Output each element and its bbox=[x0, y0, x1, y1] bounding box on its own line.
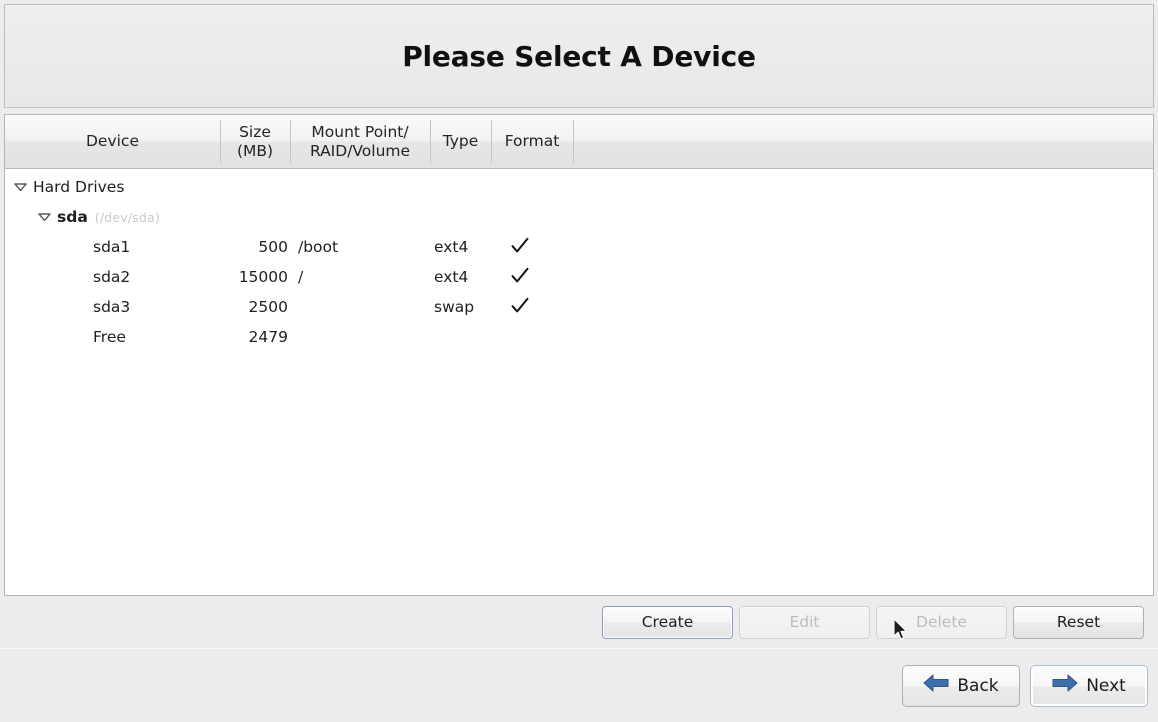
cell-type bbox=[430, 202, 491, 232]
column-header-type-label: Type bbox=[442, 132, 479, 151]
back-button[interactable]: Back bbox=[902, 664, 1020, 707]
column-header-mount-point[interactable]: Mount Point/ RAID/Volume bbox=[290, 115, 430, 168]
reset-button[interactable]: Reset bbox=[1013, 605, 1144, 639]
chevron-down-icon[interactable] bbox=[11, 178, 29, 196]
cell-device: sda1 bbox=[5, 232, 220, 262]
column-header-type[interactable]: Type bbox=[430, 115, 491, 168]
cell-type bbox=[430, 172, 491, 202]
check-icon bbox=[510, 267, 530, 287]
cell-device: Free bbox=[5, 322, 220, 352]
cell-type: ext4 bbox=[434, 238, 469, 256]
column-header-size-line1: Size bbox=[239, 123, 271, 142]
cell-device: sda (/dev/sda) bbox=[5, 202, 220, 232]
title-panel: Please Select A Device bbox=[4, 4, 1154, 108]
cell-size: 500 bbox=[258, 238, 288, 256]
cell-type bbox=[430, 322, 491, 352]
table-row[interactable]: Free 2479 bbox=[5, 322, 1153, 352]
cell-mount-point bbox=[290, 322, 430, 352]
create-button[interactable]: Create bbox=[602, 605, 733, 639]
cell-filler bbox=[573, 232, 1153, 262]
cell-size: 2500 bbox=[248, 298, 288, 316]
installer-window: Please Select A Device Device Size (MB) … bbox=[0, 0, 1158, 722]
cell-mount-point bbox=[290, 292, 430, 322]
device-path: (/dev/sda) bbox=[94, 209, 161, 225]
cell-format bbox=[491, 322, 573, 352]
partition-action-bar: Create Edit Delete Reset bbox=[4, 596, 1154, 648]
column-header-format-label: Format bbox=[504, 132, 560, 151]
cell-size: 2479 bbox=[248, 328, 288, 346]
device-name: Free bbox=[93, 328, 126, 346]
column-header-format[interactable]: Format bbox=[491, 115, 573, 168]
back-button-label: Back bbox=[957, 675, 999, 696]
device-name: sda1 bbox=[93, 238, 131, 256]
next-button[interactable]: Next bbox=[1030, 664, 1148, 707]
navigation-bar: Back Next bbox=[0, 649, 1158, 722]
column-header-device[interactable]: Device bbox=[5, 115, 220, 168]
check-icon bbox=[510, 237, 530, 257]
cell-mount-point bbox=[290, 172, 430, 202]
table-body: Hard Drives sda (/dev/sda) sda1 500/boot ext4… bbox=[5, 169, 1153, 595]
cell-device: sda2 bbox=[5, 262, 220, 292]
cell-device: Hard Drives bbox=[5, 172, 220, 202]
device-table: Device Size (MB) Mount Point/ RAID/Volum… bbox=[4, 114, 1154, 596]
device-name: sda2 bbox=[93, 268, 131, 286]
next-button-label: Next bbox=[1086, 675, 1126, 696]
create-button-label: Create bbox=[641, 613, 694, 631]
edit-button: Edit bbox=[739, 605, 870, 639]
cell-format bbox=[491, 292, 573, 322]
table-row[interactable]: sda2 15000 / ext4 bbox=[5, 262, 1153, 292]
edit-button-label: Edit bbox=[789, 613, 820, 631]
delete-button-label: Delete bbox=[916, 613, 967, 631]
arrow-left-icon bbox=[923, 673, 949, 698]
cell-type: ext4 bbox=[434, 268, 469, 286]
cell-filler bbox=[573, 292, 1153, 322]
check-icon bbox=[510, 297, 530, 317]
table-header-row: Device Size (MB) Mount Point/ RAID/Volum… bbox=[5, 115, 1153, 169]
cell-format bbox=[491, 202, 573, 232]
page-title: Please Select A Device bbox=[402, 39, 756, 73]
cell-filler bbox=[573, 262, 1153, 292]
table-row[interactable]: sda1 500/boot ext4 bbox=[5, 232, 1153, 262]
device-name: sda bbox=[57, 208, 88, 226]
table-row[interactable]: sda3 2500 swap bbox=[5, 292, 1153, 322]
cell-format bbox=[491, 262, 573, 292]
cell-size bbox=[220, 172, 290, 202]
reset-button-label: Reset bbox=[1056, 613, 1101, 631]
table-row[interactable]: sda (/dev/sda) bbox=[5, 202, 1153, 232]
delete-button: Delete bbox=[876, 605, 1007, 639]
column-header-mount-line1: Mount Point/ bbox=[311, 123, 409, 142]
device-name: sda3 bbox=[93, 298, 131, 316]
chevron-down-icon[interactable] bbox=[35, 208, 53, 226]
cell-device: sda3 bbox=[5, 292, 220, 322]
cell-filler bbox=[573, 202, 1153, 232]
column-header-filler bbox=[573, 115, 1153, 168]
cell-mount-point bbox=[290, 202, 430, 232]
cell-filler bbox=[573, 322, 1153, 352]
cell-size bbox=[220, 202, 290, 232]
table-row[interactable]: Hard Drives bbox=[5, 172, 1153, 202]
arrow-right-icon bbox=[1052, 673, 1078, 698]
cell-type: swap bbox=[434, 298, 475, 316]
column-header-size-line2: (MB) bbox=[236, 141, 274, 160]
cell-format bbox=[491, 172, 573, 202]
cell-filler bbox=[573, 172, 1153, 202]
cell-mount-point: /boot bbox=[298, 238, 339, 256]
column-header-size[interactable]: Size (MB) bbox=[220, 115, 290, 168]
cell-size: 15000 bbox=[238, 268, 288, 286]
column-header-mount-line2: RAID/Volume bbox=[309, 141, 411, 160]
cell-mount-point: / bbox=[298, 268, 304, 286]
device-name: Hard Drives bbox=[33, 178, 125, 196]
cell-format bbox=[491, 232, 573, 262]
column-header-device-label: Device bbox=[85, 132, 139, 151]
